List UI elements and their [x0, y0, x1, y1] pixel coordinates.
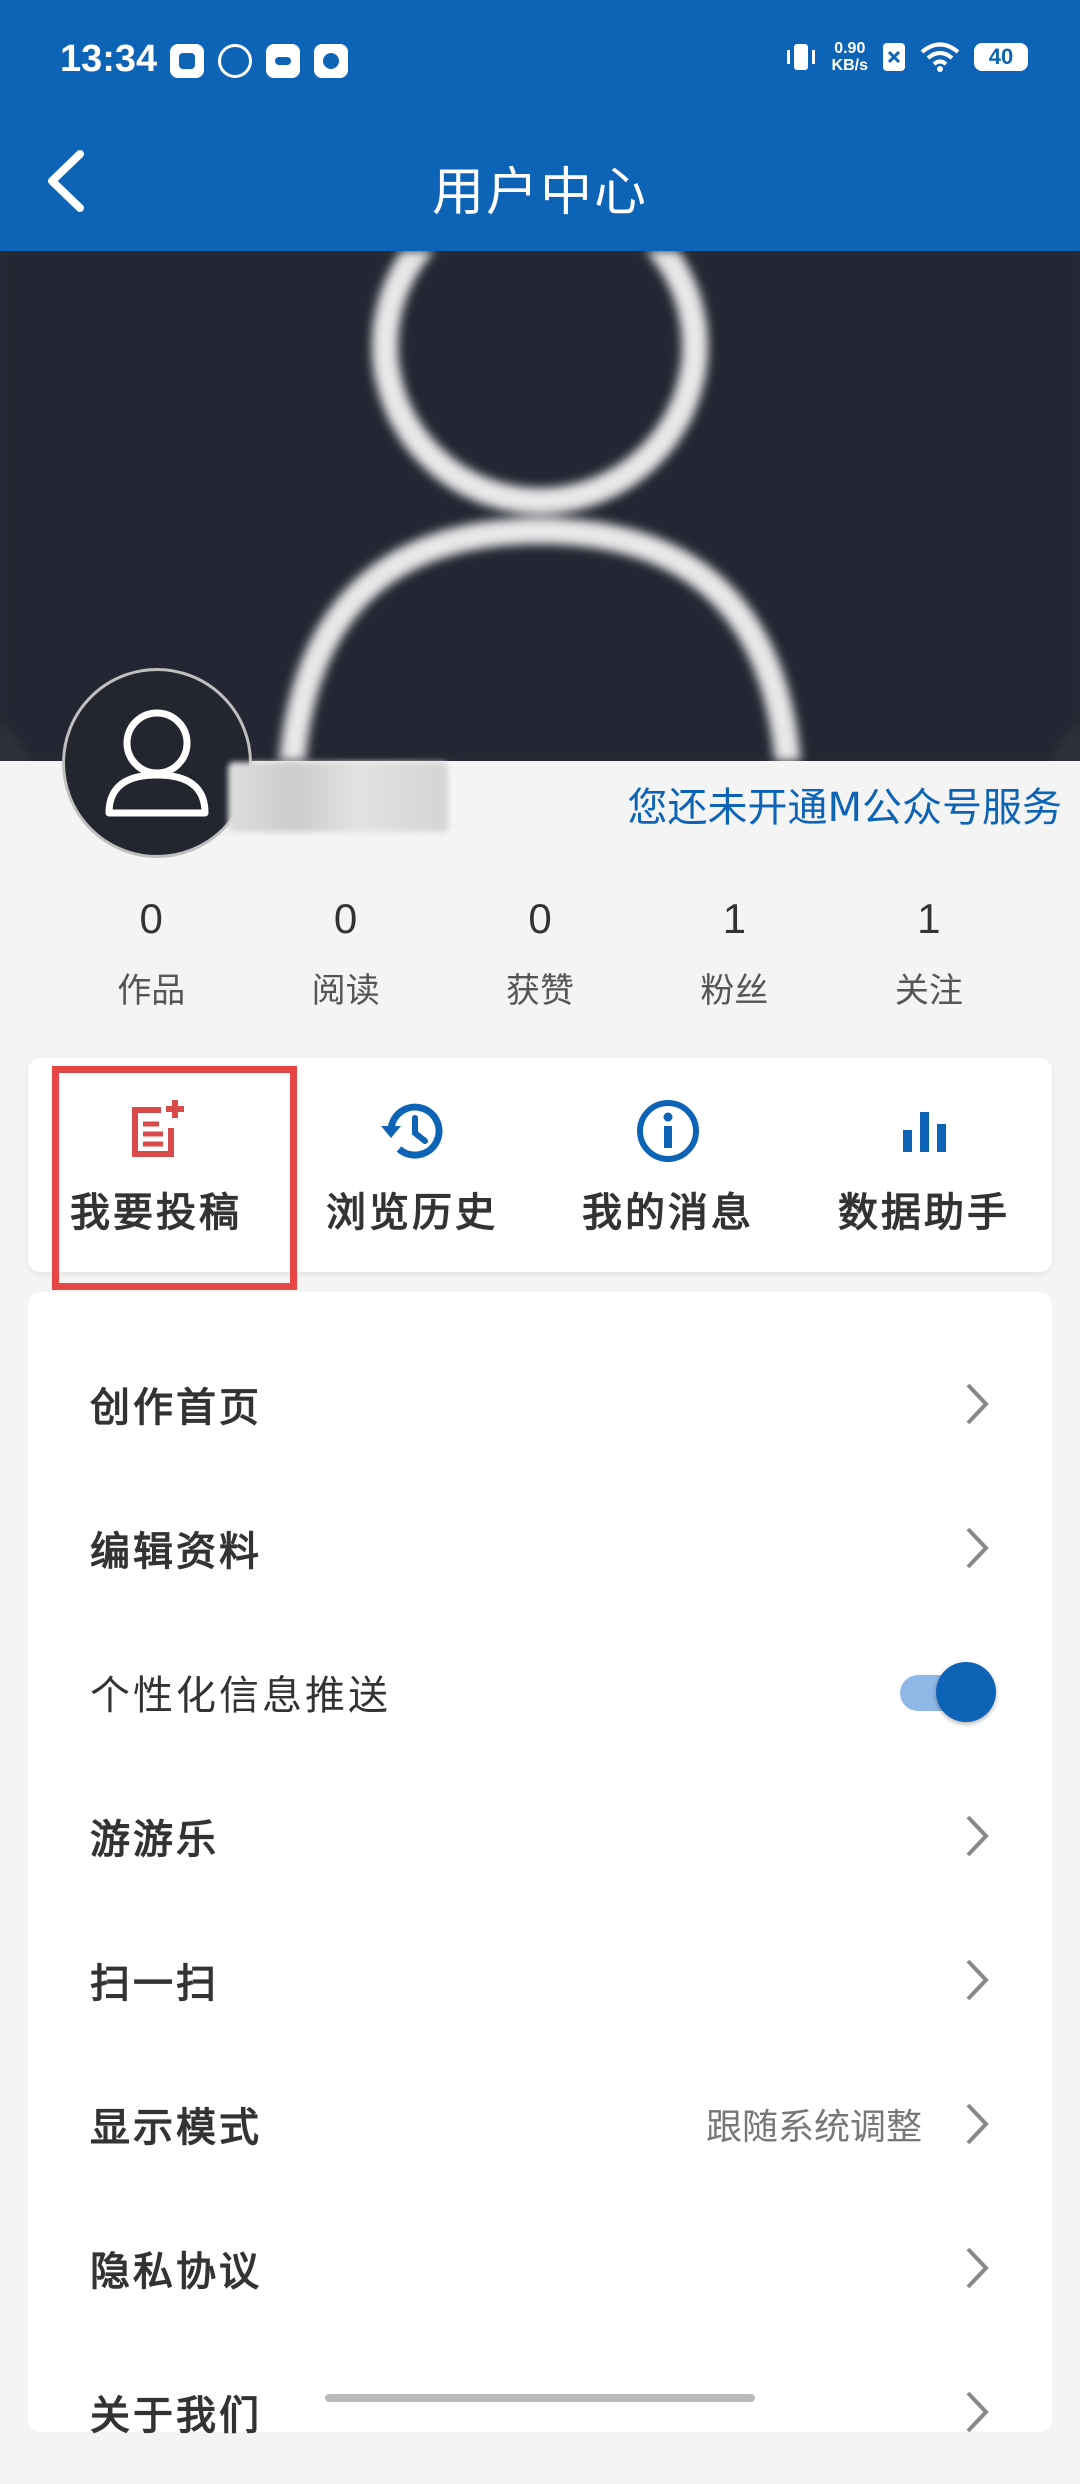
stat-label: 关注 — [894, 971, 963, 1011]
top-bar: 13:34 0.90 KB/s 40 用户中心 — [0, 0, 1080, 251]
page-title: 用户中心 — [431, 163, 648, 223]
quick-action-label: 数据助手 — [838, 1190, 1010, 1236]
menu-item-label: 扫一扫 — [90, 1961, 219, 2007]
chevron-right-icon — [966, 1959, 989, 2001]
stat-value: 0 — [139, 895, 163, 942]
status-right: 0.90 KB/s 40 — [784, 40, 1028, 74]
open-service-link[interactable]: 您还未开通M公众号服务 — [627, 775, 1062, 833]
status-time: 13:34 — [60, 38, 158, 80]
no-sim-icon — [883, 43, 905, 71]
bar-chart-icon — [903, 1112, 946, 1152]
stat-value: 0 — [333, 895, 358, 942]
menu-item-privacy-policy[interactable]: 隐私协议 — [28, 2196, 1052, 2340]
stat-likes[interactable]: 0 获赞 — [443, 895, 637, 1012]
quick-action-history[interactable]: 浏览历史 — [284, 1058, 540, 1272]
menu-item-label: 显示模式 — [90, 2105, 262, 2151]
avatar[interactable] — [62, 668, 252, 858]
chevron-right-icon — [966, 1383, 989, 1425]
menu-item-display-mode[interactable]: 显示模式 跟随系统调整 — [28, 2052, 1052, 2196]
stat-value: 0 — [528, 895, 552, 942]
menu-item-label: 创作首页 — [90, 1385, 262, 1431]
post-article-icon — [132, 1100, 184, 1157]
notification-app-icon — [218, 44, 252, 78]
menu-item-label: 个性化信息推送 — [90, 1673, 391, 1719]
history-icon — [381, 1103, 443, 1159]
net-speed-unit: KB/s — [831, 57, 868, 74]
mail-icon — [266, 44, 300, 78]
status-app-icons — [170, 44, 348, 78]
quick-action-label: 我的消息 — [582, 1190, 754, 1236]
net-speed: 0.90 KB/s — [832, 40, 868, 74]
battery-indicator: 40 — [974, 43, 1028, 71]
stat-label: 阅读 — [311, 971, 380, 1011]
menu-item-label: 隐私协议 — [90, 2249, 262, 2295]
personalized-push-toggle[interactable] — [900, 1662, 996, 1722]
stat-value: 1 — [722, 895, 747, 942]
profile-stats: 0 作品 0 阅读 0 获赞 1 粉丝 1 关注 — [54, 895, 1026, 1012]
stat-following[interactable]: 1 关注 — [832, 895, 1026, 1012]
quick-action-messages[interactable]: 我的消息 — [540, 1058, 796, 1272]
menu-item-creation-home[interactable]: 创作首页 — [28, 1332, 1052, 1476]
stat-label: 获赞 — [506, 971, 575, 1011]
notification-app-icon — [314, 44, 348, 78]
quick-action-label: 浏览历史 — [326, 1190, 498, 1236]
vibrate-icon — [786, 44, 815, 70]
menu-item-label: 编辑资料 — [90, 1529, 262, 1575]
settings-menu: 创作首页 编辑资料 个性化信息推送 游游乐 扫一扫 显示模式 跟随系统调整 隐私… — [28, 1292, 1052, 2439]
info-icon — [637, 1100, 699, 1162]
quick-action-data-assistant[interactable]: 数据助手 — [796, 1058, 1052, 1272]
menu-item-scan[interactable]: 扫一扫 — [28, 1908, 1052, 2052]
chevron-right-icon — [966, 2391, 989, 2433]
chevron-right-icon — [966, 2103, 989, 2145]
net-speed-value: 0.90 — [834, 40, 866, 57]
wifi-icon — [920, 42, 960, 72]
quick-action-submit-post[interactable]: 我要投稿 — [28, 1058, 284, 1272]
stat-works[interactable]: 0 作品 — [54, 895, 248, 1012]
quick-actions: 我要投稿 浏览历史 我的消息 数据助手 — [28, 1058, 1052, 1272]
notification-app-icon — [170, 44, 204, 78]
chevron-right-icon — [966, 1527, 989, 1569]
stat-fans[interactable]: 1 粉丝 — [637, 895, 831, 1012]
menu-item-edit-profile[interactable]: 编辑资料 — [28, 1476, 1052, 1620]
menu-item-youyoule[interactable]: 游游乐 — [28, 1764, 1052, 1908]
stat-label: 粉丝 — [700, 971, 769, 1011]
username-redacted — [228, 762, 448, 832]
menu-item-about-us[interactable]: 关于我们 — [28, 2340, 1052, 2484]
menu-item-label: 游游乐 — [90, 1817, 219, 1863]
stat-value: 1 — [917, 895, 941, 942]
menu-item-label: 关于我们 — [90, 2393, 262, 2439]
menu-item-personalized-push: 个性化信息推送 — [28, 1620, 1052, 1764]
stat-label: 作品 — [117, 971, 186, 1011]
display-mode-value: 跟随系统调整 — [705, 2107, 922, 2148]
chevron-right-icon — [966, 2247, 989, 2289]
quick-action-label: 我要投稿 — [70, 1190, 242, 1236]
chevron-right-icon — [966, 1815, 989, 1857]
home-indicator[interactable] — [325, 2394, 755, 2402]
stat-reads[interactable]: 0 阅读 — [248, 895, 442, 1012]
